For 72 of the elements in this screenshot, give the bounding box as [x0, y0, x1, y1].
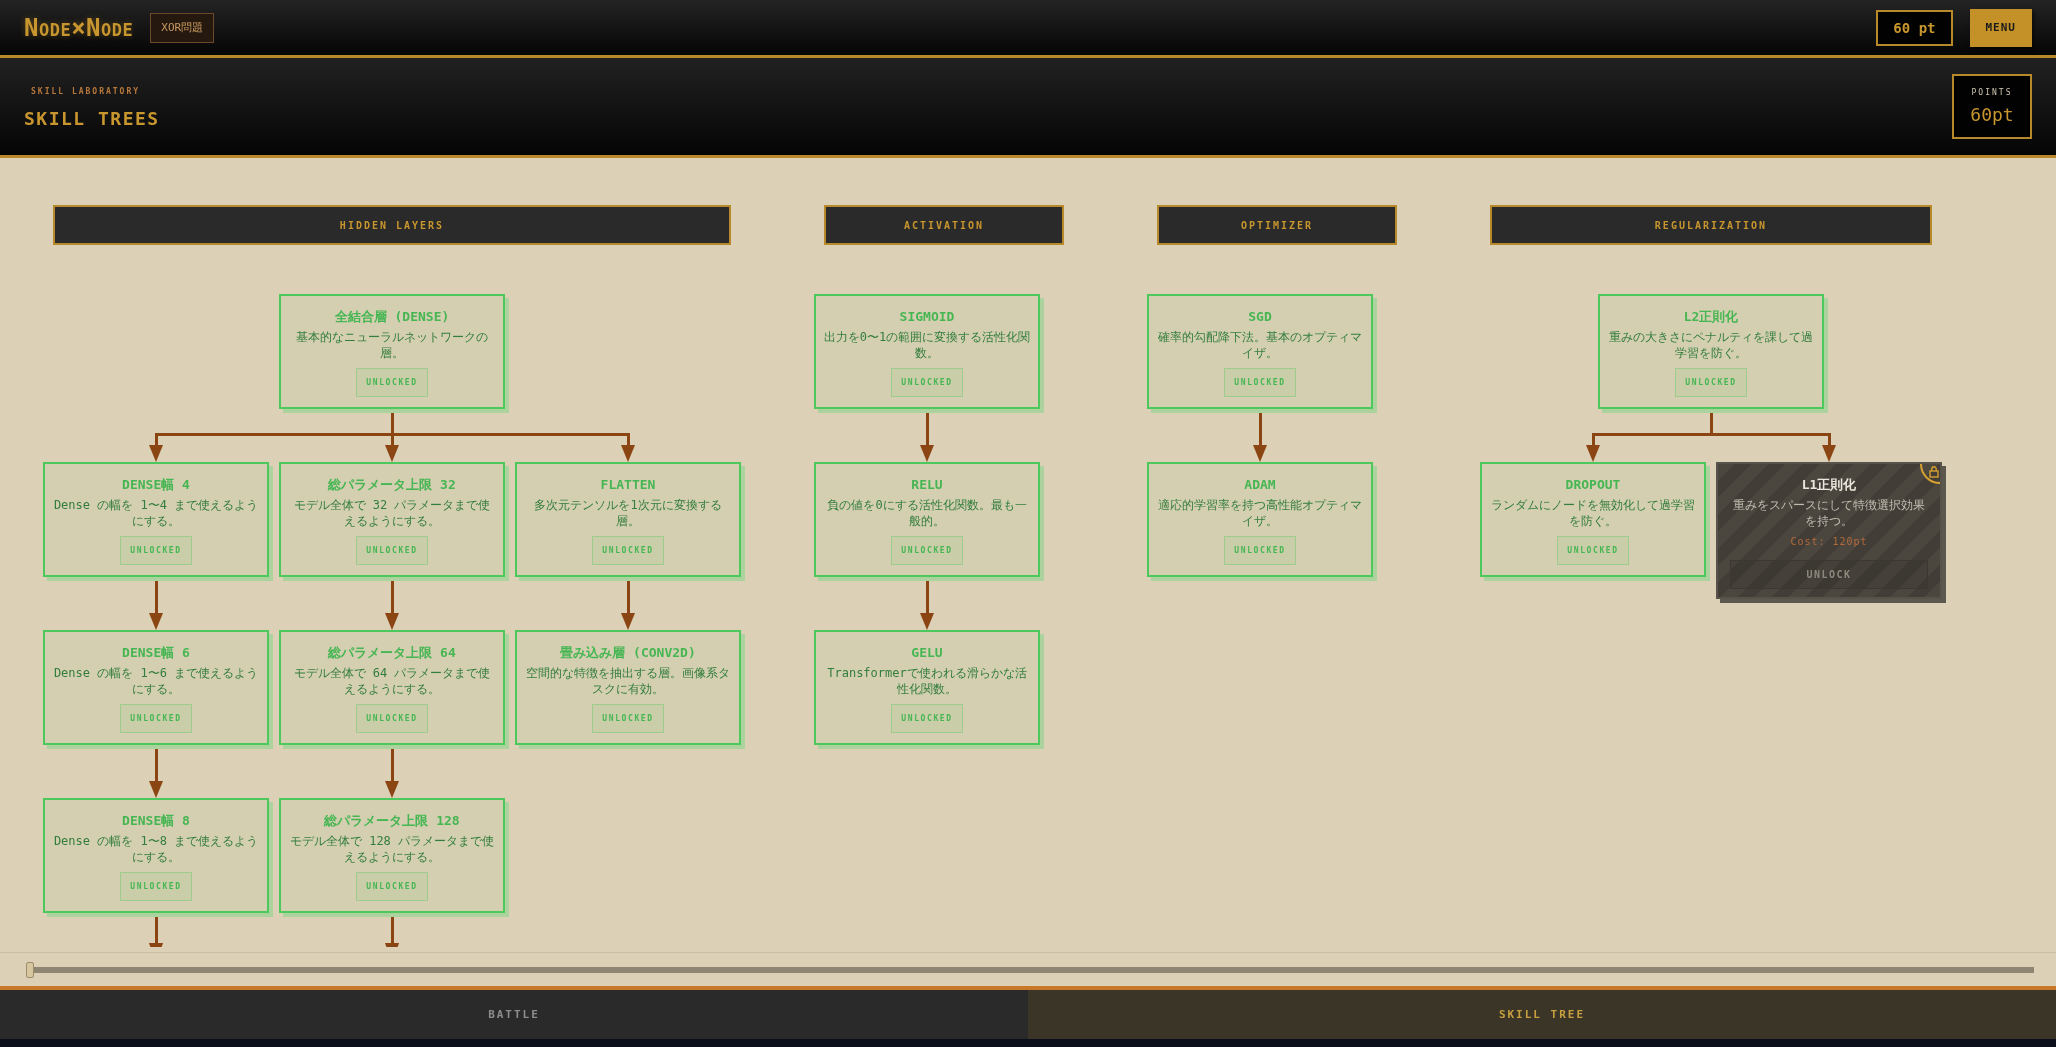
unlocked-badge: UNLOCKED: [356, 368, 428, 397]
skill-node-description: 確率的勾配降下法。基本のオプティマイザ。: [1157, 329, 1363, 361]
skill-node-description: 基本的なニューラルネットワークの層。: [295, 329, 489, 361]
skill-node-description: 出力を0〜1の範囲に変換する活性化関数。: [823, 329, 1031, 361]
unlocked-badge: UNLOCKED: [356, 872, 428, 901]
skill-node-title: DENSE幅 8: [122, 812, 190, 830]
connector-arrow: [621, 435, 635, 462]
points-display: 60 pt: [1876, 9, 1953, 46]
unlock-button[interactable]: UNLOCK: [1730, 560, 1928, 589]
skill-node-description: Dense の幅を 1〜4 まで使えるようにする。: [52, 497, 260, 529]
skill-node-description: 多次元テンソルを1次元に変換する層。: [533, 497, 723, 529]
skill-node-description: Transformerで使われる滑らかな活性化関数。: [826, 665, 1028, 697]
connector-arrow: [1586, 435, 1600, 462]
unlocked-badge: UNLOCKED: [1675, 368, 1747, 397]
unlocked-badge: UNLOCKED: [891, 536, 963, 565]
skill-node-description: 負の値を0にする活性化関数。最も一般的。: [826, 497, 1028, 529]
tab[interactable]: SKILL TREE: [1028, 990, 2056, 1039]
skill-node-description: 重みをスパースにして特徴選択効果を持つ。: [1732, 497, 1926, 529]
skill-node-title: SIGMOID: [899, 308, 955, 326]
skill-node-title: SGD: [1248, 308, 1272, 326]
skill-node-title: DROPOUT: [1565, 476, 1621, 494]
skill-node-title: ADAM: [1244, 476, 1276, 494]
problem-badge: XOR問題: [150, 12, 215, 43]
skill-node-title: 畳み込み層 (CONV2D): [560, 644, 696, 662]
skill-node-title: GELU: [911, 644, 943, 662]
category-header: OPTIMIZER: [1157, 205, 1397, 245]
unlocked-badge: UNLOCKED: [1224, 536, 1296, 565]
menu-button[interactable]: MENU: [1969, 8, 2032, 47]
skill-node-description: Dense の幅を 1〜8 まで使えるようにする。: [52, 833, 260, 865]
section-eyebrow: SKILL LABORATORY: [31, 86, 141, 98]
unlocked-badge: UNLOCKED: [891, 704, 963, 733]
skill-node-description: Dense の幅を 1〜6 まで使えるようにする。: [52, 665, 260, 697]
lock-icon: [1918, 464, 1940, 486]
skill-node-description: 適応的学習率を持つ高性能オプティマイザ。: [1157, 497, 1363, 529]
points-label: POINTS: [1971, 87, 2013, 98]
page-title: SKILL TREES: [24, 107, 160, 131]
skill-node-title: 全結合層 (DENSE): [334, 308, 450, 326]
unlocked-badge: UNLOCKED: [120, 872, 192, 901]
skill-node-title: 総パラメータ上限 32: [328, 476, 456, 494]
unlocked-badge: UNLOCKED: [356, 536, 428, 565]
category-header: HIDDEN LAYERS: [53, 205, 731, 245]
skill-node-title: 総パラメータ上限 128: [324, 812, 460, 830]
scrollbar-thumb[interactable]: [26, 961, 34, 978]
category-header: ACTIVATION: [824, 205, 1064, 245]
points-value: 60pt: [1970, 103, 2014, 126]
unlocked-badge: UNLOCKED: [592, 536, 664, 565]
unlocked-badge: UNLOCKED: [1557, 536, 1629, 565]
connector-arrow: [1822, 435, 1836, 462]
skill-node-title: 総パラメータ上限 64: [328, 644, 456, 662]
unlocked-badge: UNLOCKED: [120, 536, 192, 565]
connector-arrow: [149, 435, 163, 462]
connector-arrow: [385, 435, 399, 462]
skill-node-description: 空間的な特徴を抽出する層。画像系タスクに有効。: [525, 665, 731, 697]
unlocked-badge: UNLOCKED: [120, 704, 192, 733]
skill-node-title: FLATTEN: [600, 476, 656, 494]
category-header: REGULARIZATION: [1490, 205, 1932, 245]
cost-label: Cost: 120pt: [1790, 535, 1868, 549]
skill-node-title: DENSE幅 6: [122, 644, 190, 662]
skill-node-description: 重みの大きさにペナルティを課して過学習を防ぐ。: [1608, 329, 1814, 361]
skill-node-description: モデル全体で 32 パラメータまで使えるようにする。: [292, 497, 492, 529]
unlocked-badge: UNLOCKED: [592, 704, 664, 733]
unlocked-badge: UNLOCKED: [1224, 368, 1296, 397]
skill-node-description: モデル全体で 128 パラメータまで使えるようにする。: [288, 833, 496, 865]
skill-node-title: DENSE幅 4: [122, 476, 190, 494]
skill-node-title: RELU: [911, 476, 943, 494]
skill-node-title: L1正則化: [1801, 476, 1857, 494]
logo: Node×Node: [24, 15, 134, 40]
skill-node-description: ランダムにノードを無効化して過学習を防ぐ。: [1490, 497, 1696, 529]
unlocked-badge: UNLOCKED: [356, 704, 428, 733]
skill-node-description: モデル全体で 64 パラメータまで使えるようにする。: [292, 665, 492, 697]
unlocked-badge: UNLOCKED: [891, 368, 963, 397]
skill-node-title: L2正則化: [1683, 308, 1739, 326]
